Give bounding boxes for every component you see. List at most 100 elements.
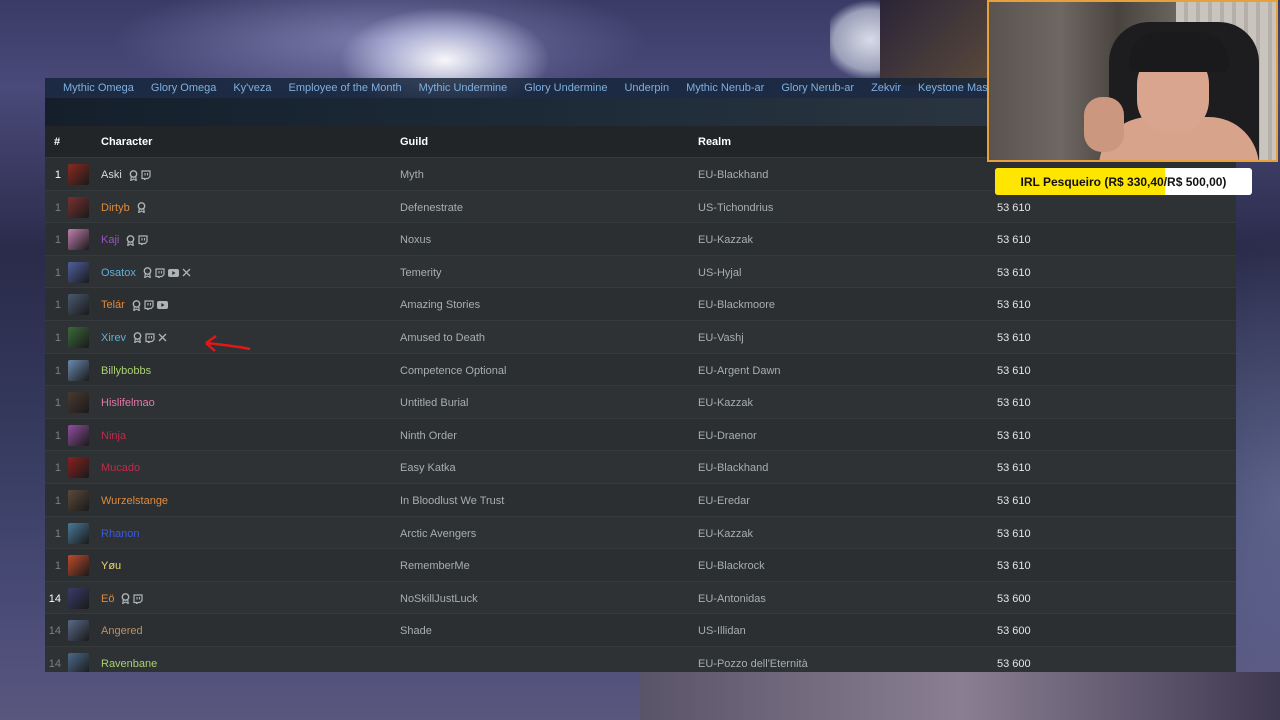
table-row[interactable]: 1 Yøu RememberMe EU-Blackrock 53 610: [45, 548, 1236, 581]
character-name-link[interactable]: Hislifelmao: [101, 397, 155, 409]
table-row[interactable]: 1 Ninja Ninth Order EU-Draenor 53 610: [45, 417, 1236, 451]
guild-cell[interactable]: Arctic Avengers: [400, 528, 476, 540]
table-row[interactable]: 1 Mucado Easy Katka EU-Blackhand 53 610: [45, 450, 1236, 483]
table-row[interactable]: 1 Billybobbs Competence Optional EU-Argent …: [45, 352, 1236, 386]
guild-cell[interactable]: Temerity: [400, 267, 442, 279]
achievement-icon[interactable]: [129, 169, 138, 181]
guild-cell[interactable]: Untitled Burial: [400, 397, 468, 409]
twitch-icon[interactable]: [155, 268, 165, 278]
character-avatar[interactable]: [68, 196, 89, 218]
character-avatar[interactable]: [68, 294, 89, 316]
header-character[interactable]: Character: [101, 136, 152, 148]
nav-item[interactable]: Glory Undermine: [524, 82, 607, 94]
youtube-icon[interactable]: [167, 268, 179, 277]
realm-cell[interactable]: EU-Kazzak: [698, 234, 753, 246]
character-avatar[interactable]: [68, 326, 89, 348]
character-avatar[interactable]: [68, 392, 89, 414]
header-rank[interactable]: #: [54, 136, 60, 148]
twitch-icon[interactable]: [144, 300, 154, 311]
nav-item[interactable]: Employee of the Month: [289, 82, 402, 94]
guild-cell[interactable]: NoSkillJustLuck: [400, 593, 478, 605]
achievement-icon[interactable]: [143, 267, 152, 279]
character-avatar[interactable]: [68, 652, 89, 672]
character-name-link[interactable]: Billybobbs: [101, 365, 151, 377]
character-name-link[interactable]: Kaji: [101, 234, 119, 246]
achievement-icon[interactable]: [133, 332, 142, 344]
achievement-icon[interactable]: [126, 234, 135, 246]
realm-cell[interactable]: US-Tichondrius: [698, 202, 773, 214]
character-name-link[interactable]: Ninja: [101, 430, 126, 442]
character-avatar[interactable]: [68, 489, 89, 511]
realm-cell[interactable]: EU-Kazzak: [698, 528, 753, 540]
character-name-link[interactable]: Yøu: [101, 560, 121, 572]
realm-cell[interactable]: EU-Argent Dawn: [698, 365, 781, 377]
twitch-icon[interactable]: [145, 333, 155, 343]
realm-cell[interactable]: EU-Antonidas: [698, 593, 766, 605]
realm-cell[interactable]: EU-Vashj: [698, 332, 744, 344]
character-name-link[interactable]: Dirtyb: [101, 202, 130, 214]
character-name-link[interactable]: Mucado: [101, 462, 140, 474]
character-avatar[interactable]: [68, 555, 89, 577]
character-avatar[interactable]: [68, 587, 89, 609]
header-realm[interactable]: Realm: [698, 136, 731, 148]
table-row[interactable]: 1 Kaji Noxus EU-Kazzak 53 610: [45, 222, 1236, 255]
youtube-icon[interactable]: [156, 301, 168, 310]
header-guild[interactable]: Guild: [400, 136, 428, 148]
realm-cell[interactable]: EU-Draenor: [698, 430, 757, 442]
character-avatar[interactable]: [68, 164, 89, 185]
character-avatar[interactable]: [68, 522, 89, 544]
guild-cell[interactable]: Amused to Death: [400, 332, 485, 344]
character-avatar[interactable]: [68, 424, 89, 446]
table-row[interactable]: 14 Ravenbane EU-Pozzo dell'Eternità 53 600: [45, 645, 1236, 672]
realm-cell[interactable]: EU-Blackrock: [698, 560, 765, 572]
nav-item[interactable]: Underpin: [624, 82, 669, 94]
realm-cell[interactable]: EU-Pozzo dell'Eternità: [698, 658, 808, 670]
character-name-link[interactable]: Ravenbane: [101, 658, 157, 670]
nav-item[interactable]: Glory Nerub-ar: [781, 82, 854, 94]
guild-cell[interactable]: RememberMe: [400, 560, 470, 572]
nav-item[interactable]: Ky'veza: [233, 82, 271, 94]
character-name-link[interactable]: Aski: [101, 169, 122, 181]
guild-cell[interactable]: Competence Optional: [400, 365, 506, 377]
table-row[interactable]: 1 Hislifelmao Untitled Burial EU-Kazzak 53 6…: [45, 385, 1236, 418]
table-row[interactable]: 1 Wurzelstange In Bloodlust We Trust EU-Ere…: [45, 482, 1236, 516]
twitch-icon[interactable]: [138, 235, 148, 246]
table-row[interactable]: 1 Osatox Temerity US-Hyjal 53 610: [45, 254, 1236, 288]
character-avatar[interactable]: [68, 620, 89, 642]
realm-cell[interactable]: EU-Kazzak: [698, 397, 753, 409]
character-avatar[interactable]: [68, 359, 89, 381]
character-avatar[interactable]: [68, 229, 89, 251]
character-avatar[interactable]: [68, 457, 89, 479]
table-row[interactable]: 1 Rhanon Arctic Avengers EU-Kazzak 53 610: [45, 515, 1236, 549]
guild-cell[interactable]: In Bloodlust We Trust: [400, 495, 504, 507]
guild-cell[interactable]: Noxus: [400, 234, 431, 246]
guild-cell[interactable]: Amazing Stories: [400, 299, 480, 311]
guild-cell[interactable]: Myth: [400, 169, 424, 181]
character-name-link[interactable]: Eö: [101, 593, 114, 605]
realm-cell[interactable]: EU-Blackhand: [698, 169, 768, 181]
realm-cell[interactable]: EU-Eredar: [698, 495, 750, 507]
character-name-link[interactable]: Osatox: [101, 267, 136, 279]
guild-cell[interactable]: Defenestrate: [400, 202, 463, 214]
guild-cell[interactable]: Shade: [400, 625, 432, 637]
character-name-link[interactable]: Angered: [101, 625, 143, 637]
nav-item[interactable]: Zekvir: [871, 82, 901, 94]
nav-item[interactable]: Glory Omega: [151, 82, 216, 94]
table-row[interactable]: 1 Telár Amazing Stories EU-Blackmoore 53 610: [45, 287, 1236, 320]
character-name-link[interactable]: Xirev: [101, 332, 126, 344]
table-row[interactable]: 14 Angered Shade US-Illidan 53 600: [45, 613, 1236, 646]
achievement-icon[interactable]: [137, 202, 146, 214]
realm-cell[interactable]: EU-Blackhand: [698, 462, 768, 474]
x-icon[interactable]: [158, 333, 167, 342]
twitch-icon[interactable]: [141, 170, 151, 180]
guild-cell[interactable]: Ninth Order: [400, 430, 457, 442]
nav-item[interactable]: Mythic Omega: [63, 82, 134, 94]
table-row[interactable]: 14 Eö NoSkillJustLuck EU-Antonidas 53 600: [45, 580, 1236, 614]
x-icon[interactable]: [182, 268, 191, 277]
nav-item[interactable]: Mythic Undermine: [419, 82, 508, 94]
realm-cell[interactable]: US-Illidan: [698, 625, 746, 637]
realm-cell[interactable]: EU-Blackmoore: [698, 299, 775, 311]
achievement-icon[interactable]: [121, 593, 130, 605]
nav-item[interactable]: Mythic Nerub-ar: [686, 82, 764, 94]
guild-cell[interactable]: Easy Katka: [400, 462, 456, 474]
